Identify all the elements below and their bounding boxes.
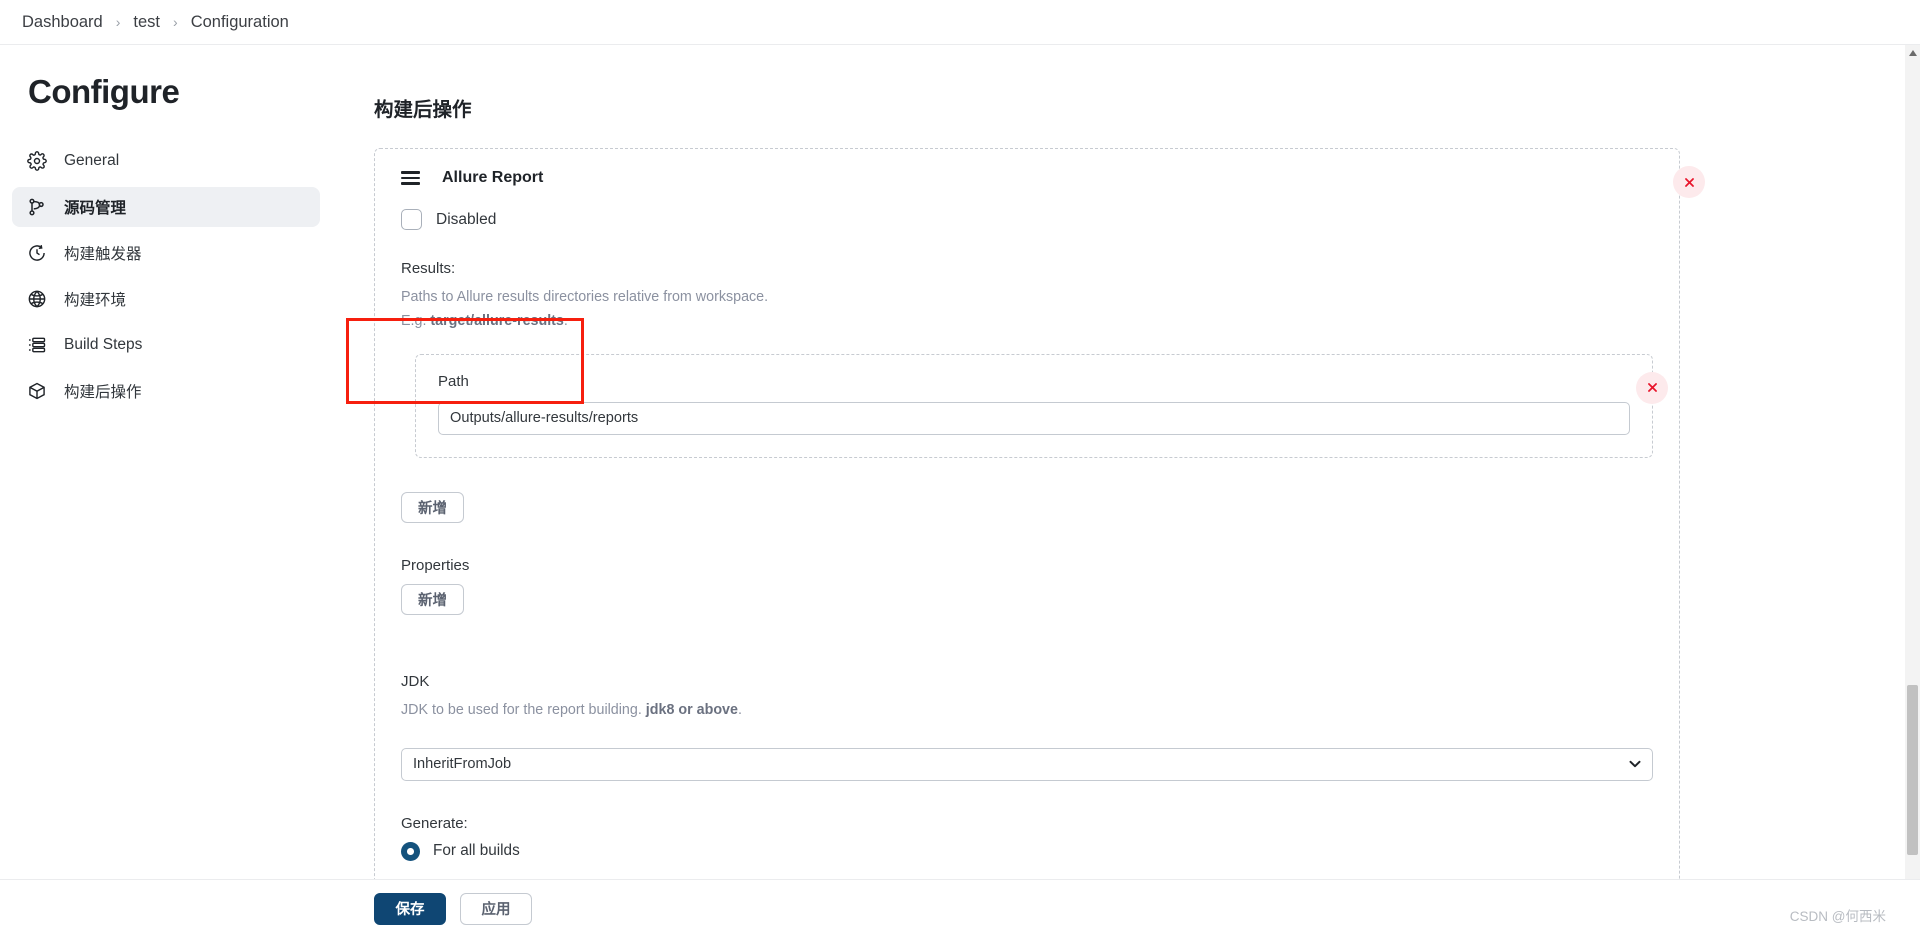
- sidebar-item-label: 源码管理: [64, 200, 127, 217]
- jdk-select[interactable]: InheritFromJob: [401, 747, 1653, 781]
- sidebar-item-build-steps[interactable]: Build Steps: [12, 325, 320, 365]
- close-icon: [1647, 383, 1657, 392]
- breadcrumb-item-test[interactable]: test: [127, 11, 166, 34]
- results-help-line1: Paths to Allure results directories rela…: [401, 289, 769, 305]
- close-icon: [1684, 177, 1694, 187]
- gear-icon: [26, 150, 48, 172]
- properties-label: Properties: [401, 556, 470, 574]
- save-button[interactable]: 保存: [374, 892, 446, 925]
- block-header: Allure Report: [401, 169, 1653, 187]
- sidebar-item-label: 构建触发器: [64, 246, 142, 263]
- add-property-button[interactable]: 新增: [401, 583, 464, 615]
- delete-path-row-button[interactable]: [1636, 371, 1668, 404]
- radio-for-all-builds[interactable]: [401, 841, 420, 861]
- generate-label: Generate:: [401, 814, 468, 832]
- radio-for-all-builds-label: For all builds: [433, 842, 520, 860]
- apply-button[interactable]: 应用: [460, 892, 532, 925]
- sidebar-item-label: 构建后操作: [64, 384, 142, 401]
- sidebar-item-label: General: [64, 152, 120, 169]
- breadcrumb-item-dashboard[interactable]: Dashboard: [16, 11, 109, 34]
- globe-icon: [26, 288, 48, 310]
- breadcrumb-separator-icon: ›: [173, 14, 178, 30]
- delete-block-button[interactable]: [1673, 166, 1705, 198]
- watermark: CSDN @何西米: [1789, 909, 1886, 924]
- jdk-help-strong: jdk8 or above: [645, 701, 738, 718]
- sidebar-item-post-build-actions[interactable]: 构建后操作: [12, 371, 320, 411]
- jdk-help-suffix: .: [737, 701, 742, 718]
- vertical-scrollbar[interactable]: [1905, 45, 1920, 937]
- main-content: 构建后操作 Allure Report Disabled Results: Pa…: [340, 45, 1920, 937]
- scrollbar-thumb[interactable]: [1907, 685, 1918, 855]
- list-icon: [26, 334, 48, 356]
- block-title: Allure Report: [442, 169, 544, 186]
- results-label: Results:: [401, 260, 456, 277]
- clock-icon: [26, 242, 48, 264]
- path-label: Path: [438, 372, 469, 390]
- disabled-checkbox-label: Disabled: [436, 210, 497, 228]
- drag-handle-icon[interactable]: [401, 171, 420, 185]
- results-help-prefix: E.g.: [401, 313, 431, 330]
- jdk-select-wrapper: InheritFromJob: [401, 747, 1653, 781]
- sidebar-nav: General 源码管理 构建触发器 构建环境 Build Steps 构建后操…: [0, 141, 340, 411]
- sidebar-item-general[interactable]: General: [12, 141, 320, 181]
- jdk-help-text: JDK to be used for the report building. …: [401, 700, 1653, 720]
- path-input[interactable]: [438, 401, 1630, 435]
- sidebar-item-label: 构建环境: [64, 292, 127, 309]
- package-icon: [26, 380, 48, 402]
- results-help-line2: E.g. target/allure-results.: [401, 311, 1653, 331]
- page-title: Configure: [28, 73, 180, 110]
- breadcrumb-item-configuration[interactable]: Configuration: [185, 11, 295, 34]
- sidebar-item-build-triggers[interactable]: 构建触发器: [12, 233, 320, 273]
- results-path-row: Path: [415, 353, 1668, 458]
- jdk-help-prefix: JDK to be used for the report building.: [401, 701, 646, 718]
- sidebar-item-label: Build Steps: [64, 336, 143, 353]
- sidebar-item-build-environment[interactable]: 构建环境: [12, 279, 320, 319]
- branch-icon: [26, 196, 48, 218]
- generate-radio-row: For all builds: [401, 841, 1653, 861]
- add-results-path-button[interactable]: 新增: [401, 491, 464, 523]
- jdk-label: JDK: [401, 672, 430, 690]
- form-footer: 保存 应用: [0, 879, 1920, 937]
- breadcrumb: Dashboard › test › Configuration: [0, 0, 1920, 45]
- post-build-action-block: Allure Report Disabled Results: Paths to…: [374, 148, 1705, 903]
- disabled-checkbox[interactable]: [401, 209, 422, 230]
- breadcrumb-separator-icon: ›: [115, 14, 121, 30]
- page-body: Configure General 源码管理 构建触发器 构建环境 Build …: [0, 45, 1920, 937]
- sidebar-item-source-code-management[interactable]: 源码管理: [12, 187, 320, 227]
- results-help-example: target/allure-results: [430, 313, 564, 330]
- results-help-suffix: .: [563, 313, 568, 330]
- disabled-checkbox-row: Disabled: [401, 209, 1653, 230]
- sidebar: Configure General 源码管理 构建触发器 构建环境 Build …: [0, 45, 340, 937]
- chevron-up-icon[interactable]: [1905, 45, 1920, 60]
- section-title: 构建后操作: [374, 99, 472, 121]
